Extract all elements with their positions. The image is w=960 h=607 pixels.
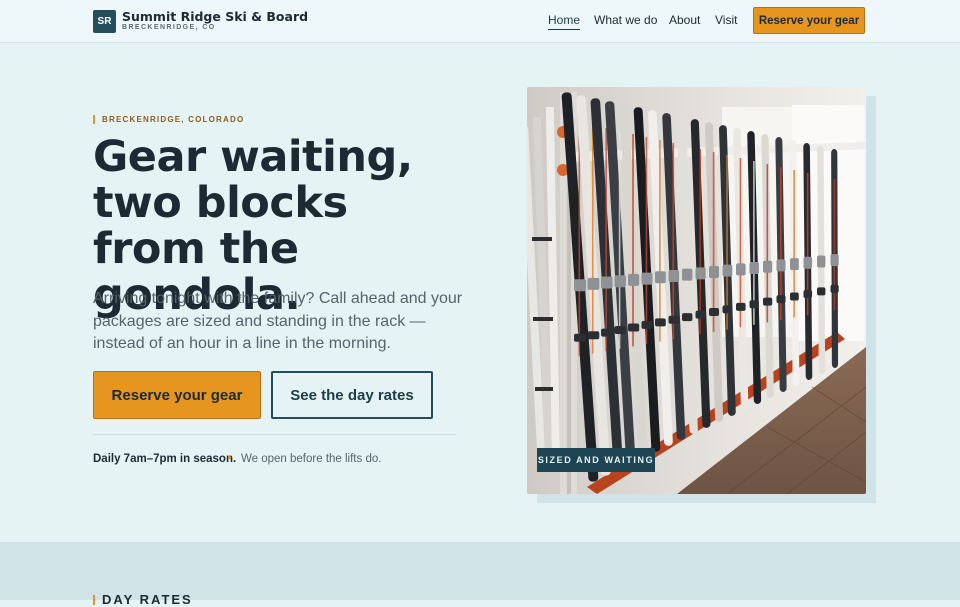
- ski-binding: [682, 268, 693, 281]
- nav-about[interactable]: About: [669, 13, 700, 27]
- ski-binding: [830, 254, 839, 267]
- ski-binding: [709, 308, 719, 316]
- ski-binding: [655, 271, 666, 284]
- ski-binding: [763, 260, 773, 273]
- ski-binding: [736, 302, 746, 311]
- ski-binding: [790, 258, 799, 271]
- reserve-gear-button[interactable]: Reserve your gear: [93, 371, 261, 419]
- ski-binding: [817, 255, 826, 268]
- ski-stripe: [712, 152, 715, 332]
- ski-rack-photo: [527, 87, 866, 494]
- ski-binding: [803, 256, 813, 269]
- ski-stripe: [672, 143, 675, 340]
- nav-what-we-do[interactable]: What we do: [594, 13, 657, 27]
- nav-visit[interactable]: Visit: [715, 13, 737, 27]
- ski-stripe: [645, 137, 648, 344]
- ski-stripe: [578, 122, 581, 356]
- ski-binding: [574, 279, 586, 292]
- ski-stripe: [726, 155, 728, 330]
- ski-stripe: [591, 125, 594, 354]
- brand-location: BRECKENRIDGE, CO: [122, 24, 216, 31]
- opening-hours-note: We open before the lifts do.: [241, 453, 382, 465]
- opening-hours: Daily 7am–7pm in season.: [93, 453, 237, 465]
- hero-divider: [93, 434, 456, 435]
- ski-binding: [628, 273, 640, 286]
- ski-binding: [749, 262, 759, 275]
- site-header: SR Summit Ridge Ski & Board BRECKENRIDGE…: [0, 0, 960, 43]
- section-accent-bar: [93, 595, 95, 605]
- header-reserve-button[interactable]: Reserve your gear: [753, 7, 865, 34]
- eyebrow-accent-bar: [93, 115, 95, 124]
- ski-binding: [776, 259, 786, 272]
- ski-stripe: [659, 140, 661, 342]
- ski-stripe: [739, 158, 742, 328]
- separator-dot-icon: [228, 456, 231, 459]
- hero-lede: Arriving tonight with the family? Call a…: [93, 290, 463, 352]
- ski-binding: [763, 297, 773, 306]
- ski-binding: [668, 269, 680, 282]
- ski-binding: [587, 277, 600, 290]
- hero-eyebrow: BRECKENRIDGE, COLORADO: [102, 115, 245, 124]
- ski-stripe: [632, 134, 634, 347]
- ski-binding: [722, 264, 733, 277]
- ski-binding: [817, 287, 826, 296]
- ski-binding: [574, 333, 586, 342]
- ski-stripe: [605, 128, 607, 352]
- nav-home[interactable]: Home: [548, 13, 581, 30]
- ski-binding: [601, 276, 613, 289]
- ski-rack-illustration: [527, 87, 866, 494]
- ski-binding: [790, 292, 799, 301]
- ski-binding: [749, 300, 759, 309]
- ski-binding: [587, 331, 600, 340]
- ski-binding: [641, 320, 653, 329]
- ski-binding: [641, 272, 653, 285]
- ski-binding: [614, 326, 626, 335]
- photo-tag: SIZED AND WAITING: [537, 448, 655, 472]
- ski-stripe: [699, 149, 701, 335]
- ski-binding: [776, 295, 786, 304]
- ski-binding: [803, 289, 813, 298]
- ski-binding: [682, 313, 693, 322]
- ski-binding: [830, 284, 839, 293]
- ski-binding: [668, 315, 680, 324]
- brand-name[interactable]: Summit Ridge Ski & Board: [122, 9, 308, 24]
- ski-binding: [614, 275, 626, 288]
- ski-binding: [722, 305, 733, 314]
- ski-stripe: [753, 161, 755, 325]
- ski-binding: [695, 310, 706, 319]
- ski-binding: [736, 263, 746, 276]
- ski-binding: [695, 267, 706, 280]
- ski-binding: [709, 266, 719, 278]
- see-day-rates-button[interactable]: See the day rates: [271, 371, 433, 419]
- ski-binding: [628, 323, 640, 332]
- ski-stripe: [618, 131, 621, 349]
- ski-binding: [601, 328, 613, 337]
- ski-stripe: [685, 146, 688, 337]
- logo-monogram-icon[interactable]: SR: [93, 10, 116, 33]
- ski-binding: [655, 318, 666, 327]
